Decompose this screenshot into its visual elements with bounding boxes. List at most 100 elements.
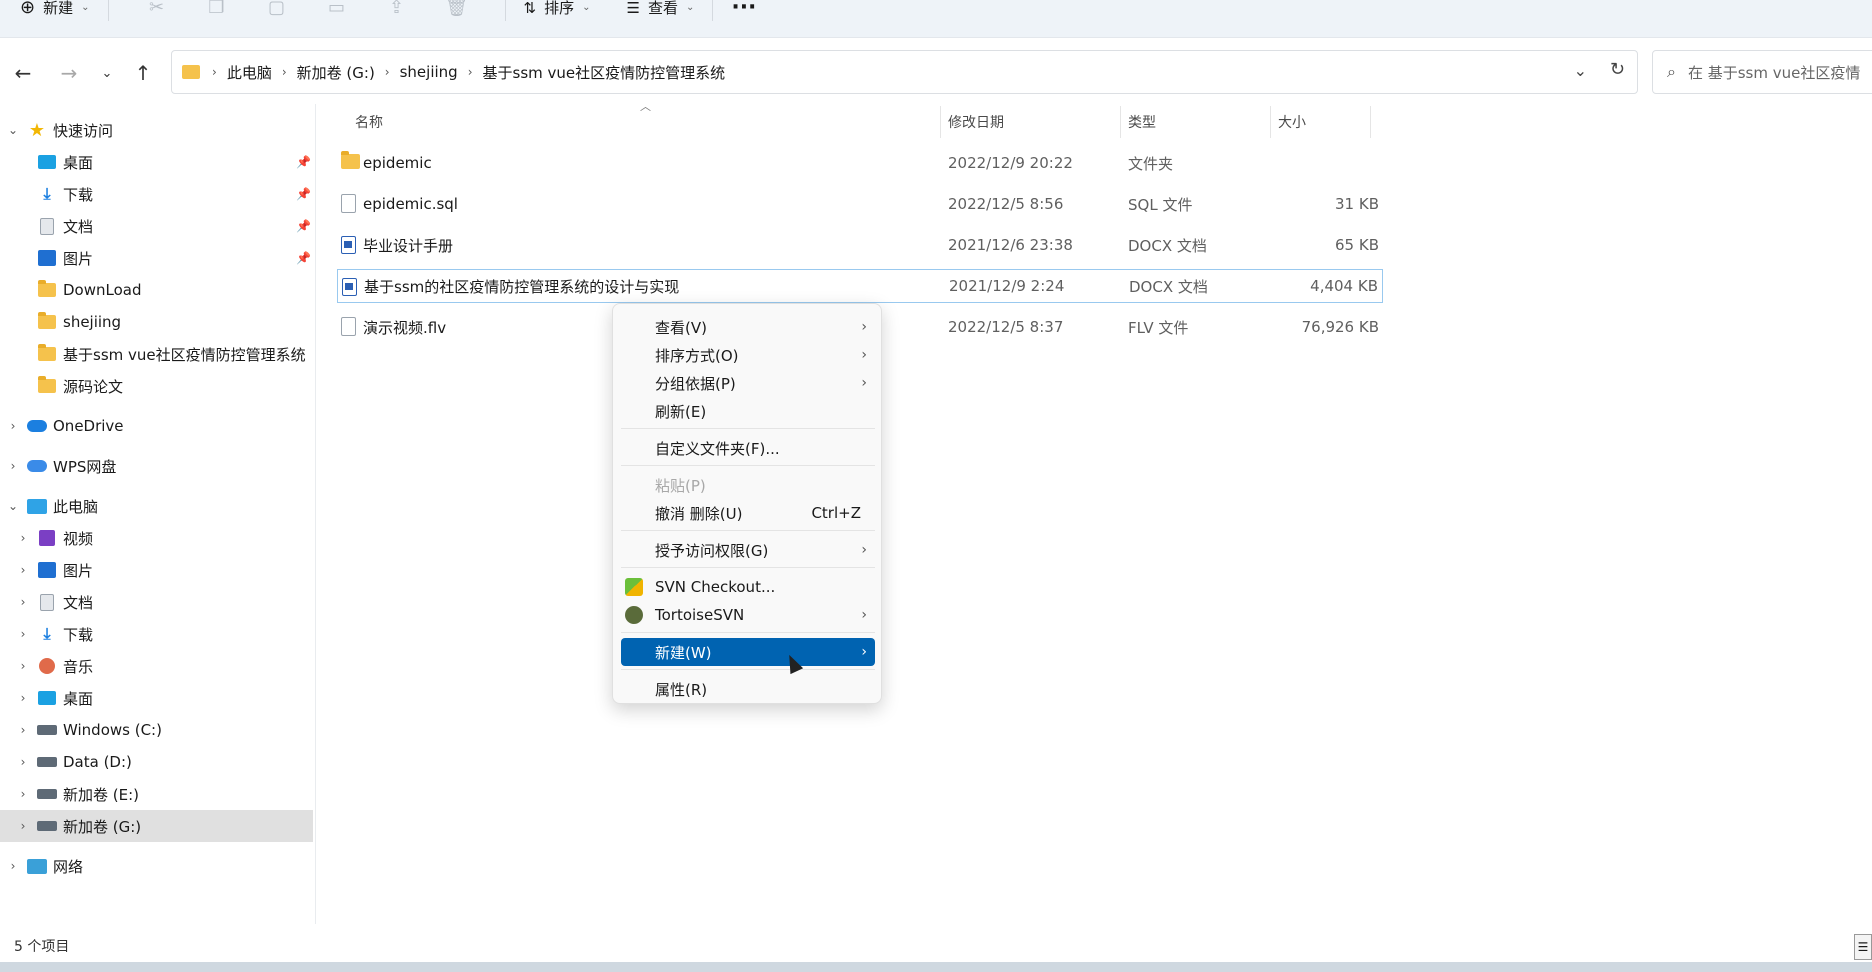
chevron-right-icon[interactable]: ›	[16, 563, 30, 577]
menu-item-svn-checkout[interactable]: SVN Checkout...	[621, 573, 875, 601]
chevron-right-icon[interactable]: ›	[16, 723, 30, 737]
chevron-right-icon[interactable]: ›	[6, 859, 20, 873]
paste-icon[interactable]: ▢	[247, 0, 307, 23]
sidebar-item-pc-downloads[interactable]: › ⤓ 下载	[0, 618, 313, 650]
breadcrumb-current-folder[interactable]: 基于ssm vue社区疫情防控管理系统	[483, 62, 726, 83]
copy-icon[interactable]: ❐	[187, 0, 247, 23]
sidebar-item-downloads[interactable]: ⤓ 下载 📌	[0, 178, 313, 210]
sidebar-item-desktop[interactable]: 桌面 📌	[0, 146, 313, 178]
sidebar-item-this-pc[interactable]: ⌄ 此电脑	[0, 490, 313, 522]
cut-icon[interactable]: ✂	[127, 0, 187, 23]
details-view-icon[interactable]: ☰	[1854, 934, 1872, 960]
sidebar-item-wps[interactable]: › WPS网盘	[0, 450, 313, 482]
sidebar-item-onedrive[interactable]: › OneDrive	[0, 410, 313, 442]
file-row[interactable]: epidemic.sql 2022/12/5 8:56 SQL 文件 31 KB	[337, 187, 1383, 221]
sidebar-item-source-papers[interactable]: 源码论文	[0, 370, 313, 402]
file-row[interactable]: 基于ssm的社区疫情防控管理系统的设计与实现 2021/12/9 2:24 DO…	[337, 269, 1383, 303]
file-row[interactable]: epidemic 2022/12/9 20:22 文件夹	[337, 146, 1383, 180]
menu-item-tortoisesvn[interactable]: TortoiseSVN ›	[621, 601, 875, 629]
menu-item-new[interactable]: 新建(W) ›	[621, 638, 875, 666]
column-header-name[interactable]: 名称	[355, 104, 383, 140]
menu-item-sort[interactable]: 排序方式(O) ›	[621, 341, 875, 369]
menu-item-refresh[interactable]: 刷新(E)	[621, 397, 875, 425]
rename-icon[interactable]: ▭	[307, 0, 367, 23]
menu-item-view[interactable]: 查看(V) ›	[621, 313, 875, 341]
chevron-right-icon[interactable]: ›	[16, 819, 30, 833]
sidebar-item-drive-g[interactable]: › 新加卷 (G:)	[0, 810, 313, 842]
menu-item-group[interactable]: 分组依据(P) ›	[621, 369, 875, 397]
sidebar-item-project-folder[interactable]: 基于ssm vue社区疫情防控管理系统	[0, 338, 313, 370]
sidebar-item-download-folder[interactable]: DownLoad	[0, 274, 313, 306]
chevron-right-icon[interactable]: ›	[16, 787, 30, 801]
sidebar-item-shejiing[interactable]: shejiing	[0, 306, 313, 338]
column-divider[interactable]	[1270, 106, 1271, 138]
menu-label: 属性(R)	[655, 680, 708, 699]
sidebar-item-pc-desktop[interactable]: › 桌面	[0, 682, 313, 714]
menu-item-grant-access[interactable]: 授予访问权限(G) ›	[621, 536, 875, 564]
forward-button[interactable]: →	[54, 58, 84, 88]
column-divider[interactable]	[1120, 106, 1121, 138]
sidebar-item-drive-e[interactable]: › 新加卷 (E:)	[0, 778, 313, 810]
chevron-right-icon[interactable]: ›	[16, 755, 30, 769]
sort-button[interactable]: ⇅ 排序 ⌄	[524, 0, 591, 23]
chevron-right-icon[interactable]: ›	[16, 595, 30, 609]
column-divider[interactable]	[1370, 106, 1371, 138]
chevron-right-icon[interactable]: ›	[6, 419, 20, 433]
menu-item-paste[interactable]: 粘贴(P)	[621, 471, 875, 499]
file-date: 2022/12/5 8:56	[948, 195, 1064, 213]
menu-separator	[621, 428, 875, 429]
sidebar-item-pc-documents[interactable]: › 文档	[0, 586, 313, 618]
more-button[interactable]: ···	[731, 0, 756, 23]
menu-item-undo-delete[interactable]: 撤消 删除(U) Ctrl+Z	[621, 499, 875, 527]
pin-icon[interactable]: 📌	[296, 155, 311, 169]
share-icon[interactable]: ⇪	[367, 0, 427, 23]
chevron-right-icon: ›	[861, 607, 867, 623]
pin-icon[interactable]: 📌	[296, 251, 311, 265]
column-divider[interactable]	[940, 106, 941, 138]
sidebar-item-documents[interactable]: 文档 📌	[0, 210, 313, 242]
column-header-type[interactable]: 类型	[1128, 104, 1156, 140]
menu-label: 刷新(E)	[655, 402, 707, 421]
desktop-icon	[37, 689, 57, 707]
breadcrumb-shejiing[interactable]: shejiing	[400, 63, 458, 81]
chevron-right-icon[interactable]: ›	[16, 691, 30, 705]
breadcrumb-drive-g[interactable]: 新加卷 (G:)	[297, 62, 375, 83]
sidebar-item-drive-c[interactable]: › Windows (C:)	[0, 714, 313, 746]
address-dropdown-icon[interactable]: ⌄	[1574, 61, 1587, 80]
sidebar-item-quick-access[interactable]: ⌄ ★ 快速访问	[0, 114, 313, 146]
delete-icon[interactable]: 🗑	[427, 0, 487, 23]
back-button[interactable]: ←	[8, 58, 38, 88]
chevron-right-icon[interactable]: ›	[16, 531, 30, 545]
address-bar[interactable]: › 此电脑 › 新加卷 (G:) › shejiing › 基于ssm vue社…	[171, 50, 1638, 94]
menu-item-customize-folder[interactable]: 自定义文件夹(F)...	[621, 434, 875, 462]
pin-icon[interactable]: 📌	[296, 187, 311, 201]
chevron-down-icon[interactable]: ⌄	[6, 499, 20, 513]
chevron-right-icon: ›	[861, 347, 867, 363]
sidebar-item-pictures[interactable]: 图片 📌	[0, 242, 313, 274]
view-button[interactable]: ☰ 查看 ⌄	[626, 0, 694, 23]
column-header-size[interactable]: 大小	[1278, 104, 1306, 140]
file-row[interactable]: 毕业设计手册 2021/12/6 23:38 DOCX 文档 65 KB	[337, 228, 1383, 262]
refresh-icon[interactable]: ↻	[1610, 59, 1625, 80]
sidebar-item-pc-pictures[interactable]: › 图片	[0, 554, 313, 586]
file-date: 2021/12/9 2:24	[949, 277, 1065, 295]
sidebar-item-music[interactable]: › 音乐	[0, 650, 313, 682]
recent-locations-button[interactable]: ⌄	[92, 58, 122, 88]
sidebar-item-videos[interactable]: › 视频	[0, 522, 313, 554]
chevron-right-icon[interactable]: ›	[16, 659, 30, 673]
new-button[interactable]: ⊕ 新建 ⌄	[20, 0, 90, 23]
search-input[interactable]: ⌕ 在 基于ssm vue社区疫情	[1652, 50, 1872, 94]
column-header-date[interactable]: 修改日期	[948, 104, 1004, 140]
chevron-down-icon[interactable]: ⌄	[6, 123, 20, 137]
up-button[interactable]: ↑	[128, 58, 158, 88]
sidebar-item-drive-d[interactable]: › Data (D:)	[0, 746, 313, 778]
chevron-right-icon[interactable]: ›	[6, 459, 20, 473]
menu-item-properties[interactable]: 属性(R)	[621, 675, 875, 703]
picture-icon	[37, 561, 57, 579]
sidebar-item-network[interactable]: › 网络	[0, 850, 313, 882]
sidebar-label: 视频	[63, 529, 94, 548]
breadcrumb-this-pc[interactable]: 此电脑	[227, 62, 272, 83]
folder-icon	[37, 376, 57, 395]
pin-icon[interactable]: 📌	[296, 219, 311, 233]
chevron-right-icon[interactable]: ›	[16, 627, 30, 641]
